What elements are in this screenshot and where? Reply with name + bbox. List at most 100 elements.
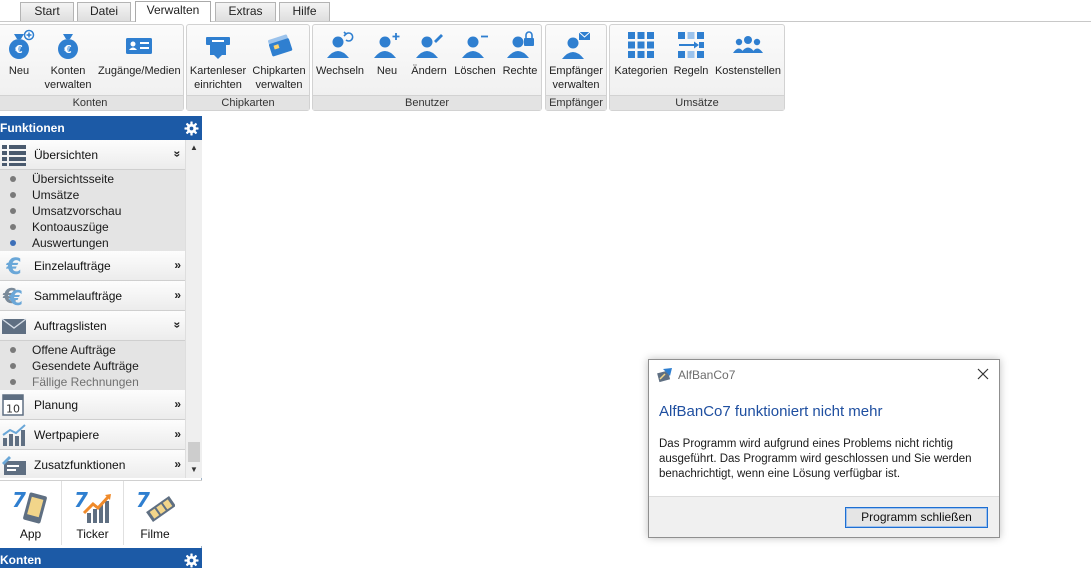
svg-text:7: 7: [74, 488, 88, 512]
nav-item-gesendete-auftraege[interactable]: Gesendete Aufträge: [0, 358, 185, 374]
bullet-icon: [10, 363, 16, 369]
quicklinks: 7 App 7 Ticker 7 Filme: [0, 480, 202, 546]
nav-section-sammelauftraege[interactable]: € € Sammelaufträge »: [0, 281, 185, 311]
konten-neu-button[interactable]: € Neu: [1, 29, 37, 78]
user-remove-icon: [462, 35, 488, 58]
button-label: Empfänger verwalten: [549, 65, 603, 91]
scroll-down-icon[interactable]: ▼: [186, 462, 202, 478]
chevron-down-icon: »: [170, 321, 185, 329]
group-icon: [733, 36, 763, 53]
nav-item-faellige-rechnungen[interactable]: Fällige Rechnungen: [0, 374, 185, 390]
bullet-icon: [10, 240, 16, 246]
nav-item-umsaetze[interactable]: Umsätze: [0, 187, 185, 203]
ribbon-group-label: Umsätze: [610, 95, 784, 110]
nav-section-wertpapiere[interactable]: Wertpapiere »: [0, 420, 185, 450]
ticker-icon: 7: [74, 488, 111, 523]
tools-icon: [1, 453, 27, 478]
gear-icon[interactable]: [184, 552, 199, 576]
navigation-list: Übersichten » Übersichtsseite Umsätze Um…: [0, 140, 185, 478]
kartenleser-einrichten-button[interactable]: Kartenleser einrichten: [189, 29, 247, 92]
regeln-button[interactable]: Regeln: [672, 29, 710, 78]
dialog-heading: AlfBanCo7 funktioniert nicht mehr: [659, 403, 883, 420]
close-program-button[interactable]: Programm schließen: [845, 507, 988, 528]
nav-item-offene-auftraege[interactable]: Offene Aufträge: [0, 342, 185, 358]
nav-item-uebersichtsseite[interactable]: Übersichtsseite: [0, 171, 185, 187]
quicklink-label: App: [19, 527, 42, 541]
bullet-icon: [10, 192, 16, 198]
ribbon-group-empfaenger: Empfänger verwalten Empfänger: [545, 24, 607, 111]
button-label: Neu: [8, 65, 30, 77]
kategorien-button[interactable]: Kategorien: [613, 29, 669, 78]
kostenstellen-button[interactable]: Kostenstellen: [714, 29, 782, 78]
bullet-icon: [10, 224, 16, 230]
button-label: Konten verwalten: [44, 65, 92, 91]
chevron-right-icon: »: [174, 288, 181, 302]
nav-section-auftragslisten[interactable]: Auftragslisten »: [0, 311, 185, 341]
benutzer-aendern-button[interactable]: Ändern: [408, 29, 450, 78]
film-icon: 7: [136, 488, 175, 522]
button-label: Zugänge/Medien: [98, 65, 181, 77]
tab-verwalten[interactable]: Verwalten: [135, 1, 211, 22]
quicklink-filme[interactable]: 7 Filme: [124, 481, 186, 545]
ribbon-group-label: Konten: [0, 95, 183, 110]
nav-item-umsatzvorschau[interactable]: Umsatzvorschau: [0, 203, 185, 219]
money-bag-plus-icon: €: [9, 29, 35, 59]
card-reader-icon: [206, 37, 230, 59]
benutzer-rechte-button[interactable]: Rechte: [500, 29, 540, 78]
chipkarten-verwalten-button[interactable]: Chipkarten verwalten: [250, 29, 308, 92]
sidebar-title: Funktionen: [0, 121, 65, 135]
zugaenge-medien-button[interactable]: Zugänge/Medien: [98, 29, 181, 78]
benutzer-neu-button[interactable]: Neu: [368, 29, 406, 78]
konten-verwalten-button[interactable]: € Konten verwalten: [43, 29, 93, 92]
nav-section-label: Sammelaufträge: [34, 289, 123, 303]
envelope-icon: [1, 314, 27, 341]
chevron-right-icon: »: [174, 427, 181, 441]
euro-icon: €: [1, 254, 27, 281]
tab-hilfe[interactable]: Hilfe: [279, 2, 330, 21]
button-label: Wechseln: [315, 65, 365, 77]
nav-section-planung[interactable]: 10 Planung »: [0, 390, 185, 420]
quicklink-app[interactable]: 7 App: [0, 481, 62, 545]
calendar-icon: 10: [1, 393, 27, 420]
scroll-up-icon[interactable]: ▲: [186, 140, 202, 156]
ribbon-group-chipkarten: Kartenleser einrichten Chipkarten verwalte…: [186, 24, 310, 111]
close-icon[interactable]: [975, 366, 991, 382]
quicklink-ticker[interactable]: 7 Ticker: [62, 481, 124, 545]
empfaenger-verwalten-button[interactable]: Empfänger verwalten: [547, 29, 605, 92]
svg-text:€: €: [63, 43, 72, 56]
tab-datei[interactable]: Datei: [77, 2, 131, 21]
ribbon-group-konten: € Neu € Kontenverwalten Zugänge/Medien: [0, 24, 184, 111]
button-label: Kartenleser einrichten: [189, 65, 247, 91]
money-bag-icon: €: [58, 34, 78, 59]
tab-start[interactable]: Start: [20, 2, 74, 21]
user-add-icon: [374, 33, 400, 58]
chip-cards-icon: [268, 34, 293, 57]
nav-item-auswertungen[interactable]: Auswertungen: [0, 235, 185, 251]
nav-section-label: Zusatzfunktionen: [34, 458, 126, 472]
benutzer-wechseln-button[interactable]: Wechseln: [315, 29, 365, 78]
chevron-down-icon: »: [170, 150, 185, 158]
dialog-titlebar[interactable]: AlfBanCo7: [649, 360, 999, 390]
nav-subitems: Übersichtsseite Umsätze Umsatzvorschau K…: [0, 170, 185, 251]
button-label: Rechte: [502, 65, 538, 77]
bullet-icon: [10, 208, 16, 214]
tab-extras[interactable]: Extras: [215, 2, 276, 21]
quicklink-label: Ticker: [76, 527, 109, 541]
dialog-footer: Programm schließen: [649, 496, 999, 537]
button-label: Ändern: [411, 65, 447, 77]
benutzer-loeschen-button[interactable]: Löschen: [452, 29, 498, 78]
nav-item-kontoauszuege[interactable]: Kontoauszüge: [0, 219, 185, 235]
nav-section-uebersichten[interactable]: Übersichten »: [0, 140, 185, 170]
grid-icon: [628, 32, 654, 58]
svg-text:€: €: [14, 43, 23, 56]
sidebar-scrollbar[interactable]: ▲ ▼: [185, 140, 202, 478]
gear-icon[interactable]: [184, 120, 199, 140]
calendar-day: 10: [6, 403, 20, 416]
app-phone-icon: 7: [12, 488, 47, 524]
nav-section-zusatzfunktionen[interactable]: Zusatzfunktionen »: [0, 450, 185, 478]
quicklink-label: Filme: [140, 527, 170, 541]
nav-section-einzelauftraege[interactable]: € Einzelaufträge »: [0, 251, 185, 281]
ribbon-group-umsaetze: Kategorien Regeln Kostenstellen Umsätze: [609, 24, 785, 111]
button-label: Chipkarten verwalten: [252, 65, 306, 91]
scrollbar-thumb[interactable]: [188, 442, 200, 462]
